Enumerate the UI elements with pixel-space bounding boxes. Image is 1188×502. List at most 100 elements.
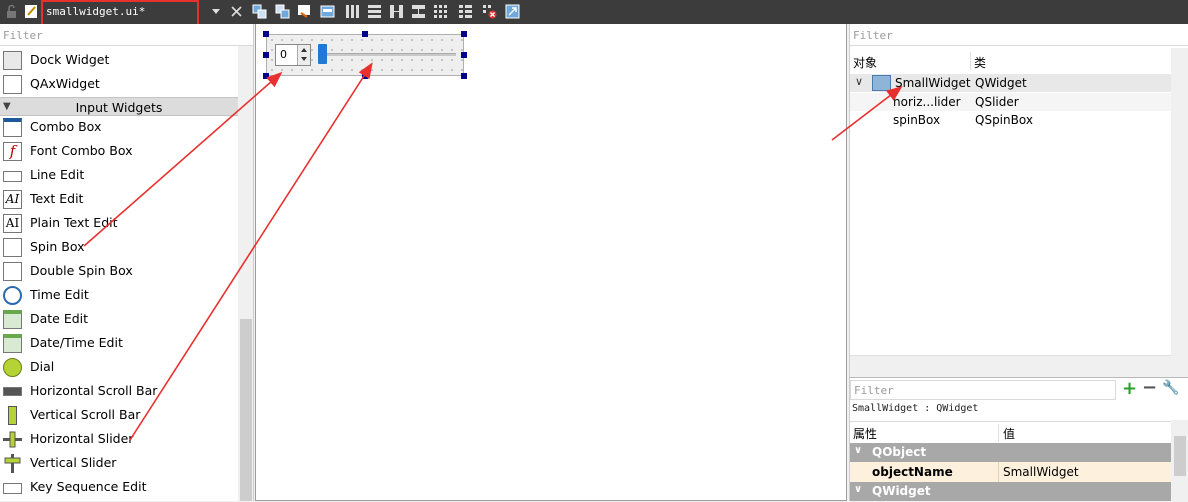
vertical-slider-icon [3, 454, 22, 473]
column-class[interactable]: 类 [974, 54, 986, 71]
widget-box-filter-input[interactable]: Filter [0, 26, 253, 46]
chevron-down-icon[interactable]: ∨ [855, 75, 863, 88]
double-spin-box-icon [3, 262, 22, 281]
widget-item-dial[interactable]: Dial [0, 355, 238, 379]
column-property[interactable]: 属性 [853, 425, 877, 442]
selection-handle[interactable] [362, 73, 368, 79]
remove-property-icon[interactable]: − [1142, 379, 1157, 397]
widget-item-text-edit[interactable]: AI Text Edit [0, 187, 238, 211]
configure-icon[interactable]: 🔧 [1162, 380, 1179, 396]
widget-item-label: Plain Text Edit [30, 215, 118, 230]
widget-box-scrollbar-thumb[interactable] [240, 319, 252, 501]
dial-icon [3, 358, 22, 377]
horizontal-slider-groove[interactable] [320, 53, 456, 56]
widget-item-vertical-scroll-bar[interactable]: Vertical Scroll Bar [0, 403, 238, 427]
column-value[interactable]: 值 [1003, 425, 1015, 442]
category-input-widgets[interactable]: ▼ Input Widgets [0, 97, 238, 116]
property-group-label: QWidget [872, 484, 931, 498]
property-editor-scrollbar-thumb[interactable] [1174, 436, 1186, 476]
lay-out-horizontally-icon[interactable] [345, 4, 360, 19]
widget-item-label: Date Edit [30, 311, 89, 326]
widget-box-panel: Filter Dock Widget QAxWidget ▼ Input Wid… [0, 24, 254, 501]
object-inspector-scrollbar[interactable] [1171, 48, 1188, 377]
chevron-down-icon[interactable] [301, 57, 307, 61]
spin-box-icon [3, 238, 22, 257]
widget-item-spin-box[interactable]: Spin Box [0, 235, 238, 259]
tree-row-horizontal-slider[interactable]: horiz...lider QSlider [850, 93, 1171, 111]
widget-item-date-time-edit[interactable]: Date/Time Edit [0, 331, 238, 355]
widget-item-font-combo-box[interactable]: f Font Combo Box [0, 139, 238, 163]
edit-resources-icon[interactable] [320, 4, 335, 19]
lay-out-grid-icon[interactable] [433, 4, 448, 19]
form-editor-canvas[interactable]: 0 [255, 24, 847, 501]
widget-item-date-edit[interactable]: Date Edit [0, 307, 238, 331]
chevron-down-icon[interactable] [212, 9, 220, 14]
widget-item-line-edit[interactable]: Line Edit [0, 163, 238, 187]
edit-widgets-icon[interactable] [24, 4, 39, 19]
date-edit-icon [3, 310, 22, 329]
horizontal-slider-handle[interactable] [318, 44, 327, 64]
property-group-qwidget[interactable]: ∨ QWidget [850, 482, 1171, 501]
edit-tab-order-icon[interactable] [297, 4, 312, 19]
widget-item-plain-text-edit[interactable]: AI Plain Text Edit [0, 211, 238, 235]
object-inspector-filter-input[interactable]: Filter [850, 26, 1188, 46]
tree-row-smallwidget[interactable]: ∨ SmallWidget QWidget [850, 74, 1171, 92]
chevron-up-icon[interactable] [301, 48, 307, 52]
widget-item-qaxwidget[interactable]: QAxWidget [0, 72, 238, 96]
column-divider [998, 424, 999, 442]
widget-item-label: Spin Box [30, 239, 85, 254]
selection-handle[interactable] [461, 31, 467, 37]
selection-handle[interactable] [461, 52, 467, 58]
spin-box-buttons[interactable] [297, 45, 310, 65]
lay-out-form-icon[interactable] [458, 4, 473, 19]
edit-signals-slots-icon[interactable] [252, 4, 267, 19]
lay-out-vertically-icon[interactable] [367, 4, 382, 19]
widget-item-label: Vertical Scroll Bar [30, 407, 141, 422]
widget-item-label: Horizontal Slider [30, 431, 134, 446]
close-icon[interactable] [229, 4, 244, 19]
widget-item-label: QAxWidget [30, 76, 100, 91]
widget-item-horizontal-scroll-bar[interactable]: Horizontal Scroll Bar [0, 379, 238, 403]
widget-item-double-spin-box[interactable]: Double Spin Box [0, 259, 238, 283]
object-inspector-horizontal-scrollbar[interactable] [850, 355, 1171, 377]
chevron-down-icon: ∨ [854, 445, 863, 456]
widget-item-label: Dial [30, 359, 55, 374]
widget-item-combo-box[interactable]: Combo Box [0, 115, 238, 139]
key-sequence-edit-icon [3, 483, 22, 494]
selection-handle[interactable] [263, 52, 269, 58]
column-object[interactable]: 对象 [853, 54, 877, 71]
property-value[interactable]: SmallWidget [1003, 465, 1079, 479]
column-divider [970, 52, 971, 70]
break-layout-icon[interactable] [482, 4, 497, 19]
widget-item-dock-widget[interactable]: Dock Widget [0, 48, 238, 72]
selection-handle[interactable] [362, 31, 368, 37]
open-forms-combo[interactable]: smallwidget.ui* [46, 3, 224, 21]
widget-item-horizontal-slider[interactable]: Horizontal Slider [0, 427, 238, 451]
lay-out-horizontal-splitter-icon[interactable] [389, 4, 404, 19]
column-divider [998, 462, 999, 482]
property-group-qobject[interactable]: ∨ QObject [850, 443, 1171, 462]
property-filter-input[interactable]: Filter [850, 380, 1116, 400]
widget-item-key-sequence-edit[interactable]: Key Sequence Edit [0, 475, 238, 499]
tree-row-spinbox[interactable]: spinBox QSpinBox [850, 111, 1171, 129]
selection-handle[interactable] [263, 31, 269, 37]
selection-handle[interactable] [461, 73, 467, 79]
spin-box-widget[interactable]: 0 [275, 44, 311, 66]
property-key: objectName [872, 465, 953, 479]
edit-buddies-icon[interactable] [275, 4, 290, 19]
horizontal-scroll-bar-icon [3, 387, 22, 396]
adjust-size-icon[interactable] [505, 4, 520, 19]
lay-out-vertical-splitter-icon[interactable] [411, 4, 426, 19]
lock-icon[interactable] [4, 4, 19, 19]
widget-item-time-edit[interactable]: Time Edit [0, 283, 238, 307]
add-property-icon[interactable]: + [1122, 380, 1137, 398]
selection-handle[interactable] [263, 73, 269, 79]
widget-item-label: Font Combo Box [30, 143, 133, 158]
text-edit-icon: AI [3, 190, 22, 209]
plain-text-edit-icon: AI [3, 214, 22, 233]
property-row-objectname[interactable]: objectName SmallWidget [850, 462, 1171, 482]
qaxwidget-icon [3, 75, 22, 94]
tree-row-class: QSlider [975, 95, 1019, 109]
widget-item-vertical-slider[interactable]: Vertical Slider [0, 451, 238, 475]
property-editor-class-line: SmallWidget : QWidget [852, 403, 979, 414]
